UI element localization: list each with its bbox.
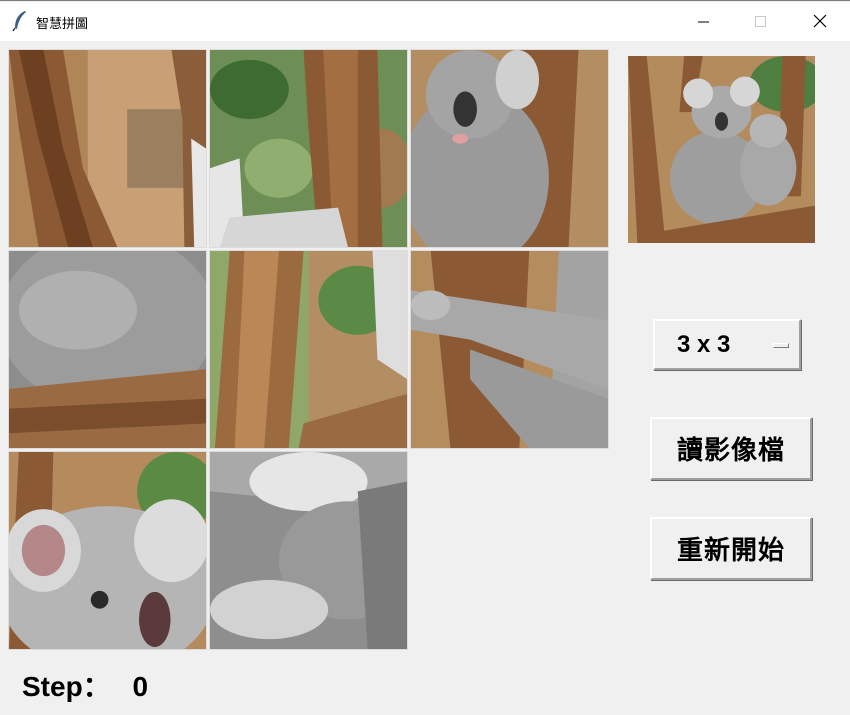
minimize-button[interactable] [676, 3, 732, 41]
step-label: Step： [22, 671, 111, 702]
puzzle-tile-5[interactable] [209, 250, 408, 449]
puzzle-board [8, 49, 610, 651]
tree-branch-image [9, 50, 206, 247]
maximize-button[interactable] [733, 3, 789, 41]
minimize-icon [698, 13, 710, 32]
grid-size-value: 3 x 3 [677, 331, 731, 358]
koala-fur-belly-image [210, 452, 407, 649]
window-title: 智慧拼圖 [36, 17, 89, 32]
puzzle-tile-6[interactable] [410, 250, 609, 449]
koala-paw-trunk-image [411, 251, 608, 448]
close-icon [813, 13, 827, 32]
puzzle-tile-4[interactable] [8, 250, 207, 449]
koala-fur-branch-image [9, 251, 206, 448]
grid-size-select[interactable]: 3 x 3 [653, 319, 801, 370]
app-window: 智慧拼圖 3 x 3 讀影像檔 重新開始 Step： 0 [0, 0, 850, 715]
koala-preview-image [628, 56, 815, 243]
chevron-down-icon [773, 343, 789, 348]
step-value: 0 [132, 671, 149, 702]
baby-koala-face-image [9, 452, 206, 649]
title-bar[interactable]: 智慧拼圖 [0, 2, 850, 41]
empty-slot[interactable] [410, 451, 609, 650]
puzzle-tile-7[interactable] [8, 451, 207, 650]
tree-trunk-image [210, 251, 407, 448]
puzzle-tile-2[interactable] [209, 49, 408, 248]
step-counter: Step： 0 [22, 665, 148, 705]
tree-trunk-leaves-image [210, 50, 407, 247]
puzzle-tile-3[interactable] [410, 49, 609, 248]
feather-icon [12, 10, 28, 32]
puzzle-tile-8[interactable] [209, 451, 408, 650]
koala-face-image [411, 50, 608, 247]
close-button[interactable] [792, 3, 848, 41]
puzzle-tile-1[interactable] [8, 49, 207, 248]
load-image-button[interactable]: 讀影像檔 [650, 417, 812, 480]
maximize-icon [755, 13, 767, 32]
restart-button[interactable]: 重新開始 [650, 517, 812, 580]
preview-image [628, 56, 815, 243]
